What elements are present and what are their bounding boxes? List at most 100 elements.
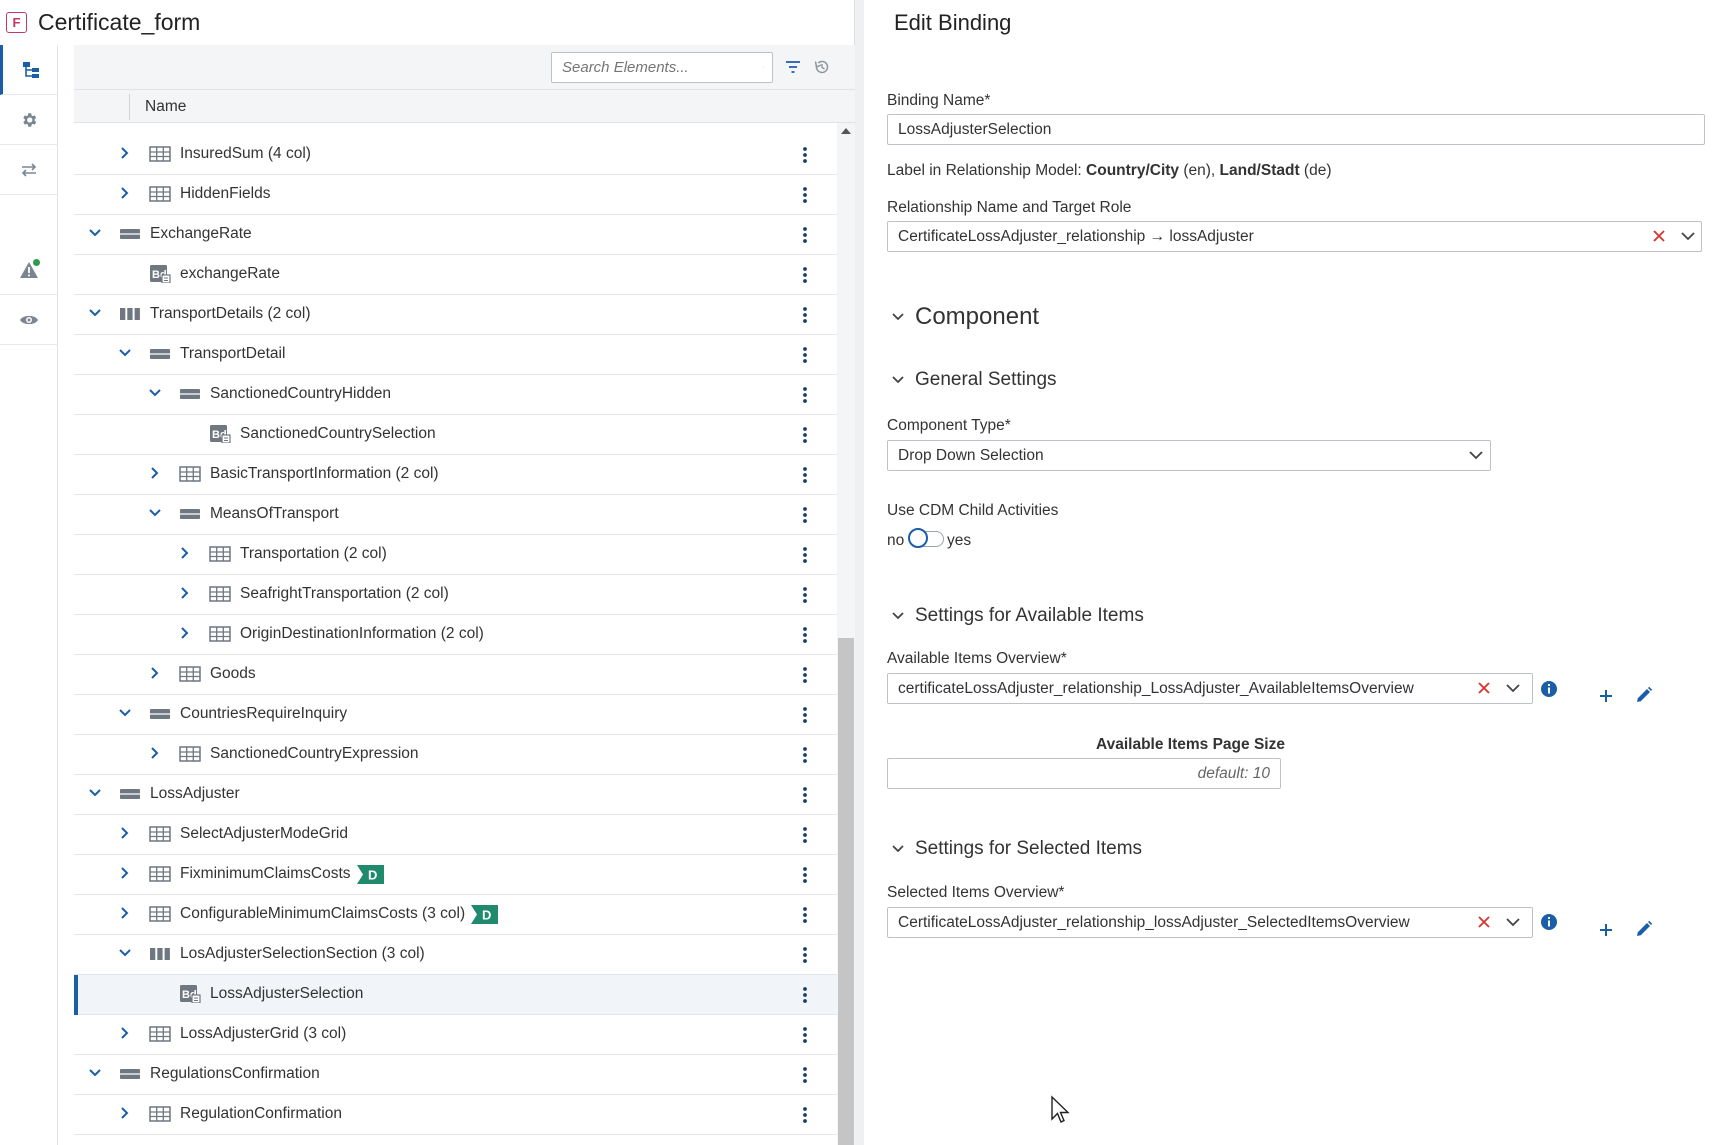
tree-row[interactable]: Transportation (2 col) xyxy=(74,535,837,575)
nav-settings-button[interactable] xyxy=(0,95,58,145)
kebab-menu-icon[interactable] xyxy=(800,945,810,965)
kebab-menu-icon[interactable] xyxy=(800,1105,810,1125)
tree-row[interactable]: CountriesRequireInquiry xyxy=(74,695,837,735)
tree-row[interactable]: ConfigurableMinimumClaimsCosts (3 col) D xyxy=(74,895,837,935)
kebab-menu-icon[interactable] xyxy=(800,545,810,565)
clear-x-icon[interactable] xyxy=(1652,229,1666,243)
kebab-menu-icon[interactable] xyxy=(800,665,810,685)
chevron-right-icon[interactable] xyxy=(148,466,162,480)
kebab-menu-icon[interactable] xyxy=(800,265,810,285)
tree-row[interactable]: FixminimumClaimsCosts D xyxy=(74,855,837,895)
nav-transfer-button[interactable] xyxy=(0,145,58,195)
tree-row[interactable]: RegulationsConfirmation xyxy=(74,1055,837,1095)
kebab-menu-icon[interactable] xyxy=(800,585,810,605)
chevron-right-icon[interactable] xyxy=(118,186,132,200)
kebab-menu-icon[interactable] xyxy=(800,425,810,445)
tree-row[interactable]: InsuredSum (4 col) xyxy=(74,135,837,175)
tree-row[interactable]: ExchangeRate xyxy=(74,215,837,255)
kebab-menu-icon[interactable] xyxy=(800,705,810,725)
tree-row[interactable]: SanctionedCountryExpression xyxy=(74,735,837,775)
nav-structure-button[interactable] xyxy=(0,45,58,95)
tree-row[interactable]: LosAdjusterSelectionSection (3 col) xyxy=(74,935,837,975)
selected-items-section-header[interactable]: Settings for Selected Items xyxy=(891,838,1142,860)
available-overview-select[interactable]: certificateLossAdjuster_relationship_Los… xyxy=(887,673,1533,704)
kebab-menu-icon[interactable] xyxy=(800,905,810,925)
component-section-header[interactable]: Component xyxy=(891,303,1039,331)
chevron-down-icon[interactable] xyxy=(118,706,132,720)
chevron-down-icon[interactable] xyxy=(1505,682,1521,694)
kebab-menu-icon[interactable] xyxy=(800,145,810,165)
tree-row[interactable]: TransportDetail xyxy=(74,335,837,375)
chevron-right-icon[interactable] xyxy=(118,1026,132,1040)
component-type-select[interactable]: Drop Down Selection xyxy=(887,440,1491,471)
kebab-menu-icon[interactable] xyxy=(800,785,810,805)
clear-x-icon[interactable] xyxy=(1477,915,1491,929)
chevron-down-icon[interactable] xyxy=(88,1066,102,1080)
chevron-down-icon[interactable] xyxy=(88,786,102,800)
page-size-input[interactable]: default: 10 xyxy=(887,758,1281,789)
chevron-down-icon[interactable] xyxy=(118,946,132,960)
tree-row[interactable]: Bd exchangeRate xyxy=(74,255,837,295)
info-icon[interactable] xyxy=(1540,913,1558,931)
tree-row[interactable]: Goods xyxy=(74,655,837,695)
kebab-menu-icon[interactable] xyxy=(800,505,810,525)
general-settings-header[interactable]: General Settings xyxy=(891,369,1057,391)
kebab-menu-icon[interactable] xyxy=(800,625,810,645)
chevron-down-icon[interactable] xyxy=(1468,449,1484,461)
edit-pencil-icon[interactable] xyxy=(1635,686,1653,704)
tree-row[interactable]: Bd LossAdjusterSelection xyxy=(74,975,837,1015)
chevron-down-icon[interactable] xyxy=(88,226,102,240)
tree-row[interactable]: TransportDetails (2 col) xyxy=(74,295,837,335)
chevron-right-icon[interactable] xyxy=(178,546,192,560)
tree-row[interactable]: SelectAdjusterModeGrid xyxy=(74,815,837,855)
chevron-down-icon[interactable] xyxy=(1505,916,1521,928)
use-cdm-toggle[interactable] xyxy=(908,528,944,548)
kebab-menu-icon[interactable] xyxy=(800,305,810,325)
tree-row[interactable]: MeansOfTransport xyxy=(74,495,837,535)
chevron-down-icon[interactable] xyxy=(118,346,132,360)
tree-row[interactable]: RegulationConfirmation xyxy=(74,1095,837,1135)
kebab-menu-icon[interactable] xyxy=(800,985,810,1005)
kebab-menu-icon[interactable] xyxy=(800,225,810,245)
tree-row[interactable]: LossAdjusterGrid (3 col) xyxy=(74,1015,837,1055)
tree-row[interactable]: OriginDestinationInformation (2 col) xyxy=(74,615,837,655)
tree-row[interactable]: HiddenFields xyxy=(74,175,837,215)
info-icon[interactable] xyxy=(1540,680,1558,698)
add-icon[interactable] xyxy=(1598,688,1614,704)
chevron-down-icon[interactable] xyxy=(1680,230,1696,242)
tree-row[interactable]: LossAdjuster xyxy=(74,775,837,815)
tree-row[interactable]: SanctionedCountryHidden xyxy=(74,375,837,415)
scroll-thumb[interactable] xyxy=(838,638,854,1145)
selected-overview-select[interactable]: CertificateLossAdjuster_relationship_los… xyxy=(887,907,1533,938)
edit-pencil-icon[interactable] xyxy=(1635,920,1653,938)
kebab-menu-icon[interactable] xyxy=(800,465,810,485)
reset-button[interactable] xyxy=(813,58,831,76)
column-divider[interactable] xyxy=(129,94,130,120)
name-column-header[interactable]: Name xyxy=(145,98,186,116)
available-items-section-header[interactable]: Settings for Available Items xyxy=(891,605,1144,627)
scroll-up-arrow-icon[interactable] xyxy=(840,127,852,135)
kebab-menu-icon[interactable] xyxy=(800,345,810,365)
kebab-menu-icon[interactable] xyxy=(800,865,810,885)
tree-row[interactable]: BasicTransportInformation (2 col) xyxy=(74,455,837,495)
chevron-right-icon[interactable] xyxy=(178,626,192,640)
chevron-right-icon[interactable] xyxy=(118,826,132,840)
search-icon[interactable] xyxy=(763,59,764,75)
kebab-menu-icon[interactable] xyxy=(800,1065,810,1085)
kebab-menu-icon[interactable] xyxy=(800,1025,810,1045)
chevron-down-icon[interactable] xyxy=(148,506,162,520)
chevron-right-icon[interactable] xyxy=(118,866,132,880)
chevron-right-icon[interactable] xyxy=(178,586,192,600)
chevron-right-icon[interactable] xyxy=(148,746,162,760)
kebab-menu-icon[interactable] xyxy=(800,825,810,845)
chevron-down-icon[interactable] xyxy=(148,386,162,400)
nav-validation-button[interactable] xyxy=(0,245,58,295)
chevron-right-icon[interactable] xyxy=(118,1106,132,1120)
binding-name-input[interactable]: LossAdjusterSelection xyxy=(887,114,1705,145)
clear-x-icon[interactable] xyxy=(1477,681,1491,695)
kebab-menu-icon[interactable] xyxy=(800,385,810,405)
nav-preview-button[interactable] xyxy=(0,295,58,345)
chevron-right-icon[interactable] xyxy=(118,906,132,920)
chevron-right-icon[interactable] xyxy=(118,146,132,160)
tree-row[interactable]: Bd SanctionedCountrySelection xyxy=(74,415,837,455)
